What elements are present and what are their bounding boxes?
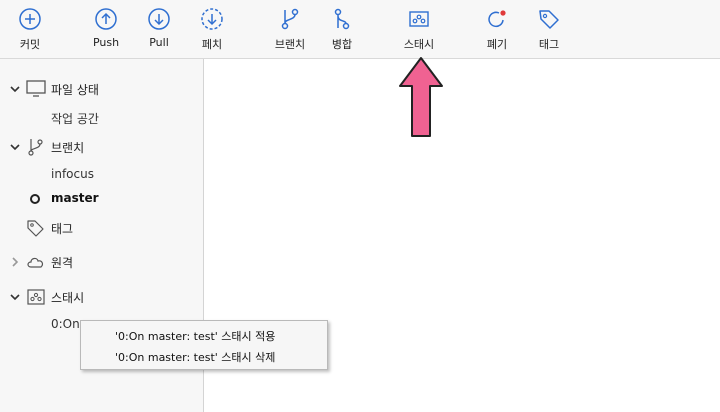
sidebar-section-tags[interactable]: 태그 bbox=[0, 216, 203, 240]
sidebar-section-branches[interactable]: 브랜치 bbox=[0, 135, 203, 159]
sidebar-file-status-label: 파일 상태 bbox=[51, 82, 99, 97]
annotation-arrow-icon bbox=[399, 57, 443, 137]
branch-label: 브랜치 bbox=[274, 38, 306, 51]
sidebar-remotes-label: 원격 bbox=[51, 255, 74, 270]
sidebar-tags-label: 태그 bbox=[51, 221, 74, 236]
sidebar-section-stashes[interactable]: 스태시 bbox=[0, 285, 203, 309]
discard-button[interactable]: 폐기 bbox=[467, 6, 527, 56]
chevron-down-icon[interactable] bbox=[9, 83, 21, 95]
monitor-icon bbox=[26, 80, 46, 97]
sidebar-item-stash-0[interactable]: 0:On bbox=[51, 317, 80, 331]
sidebar-section-remotes[interactable]: 원격 bbox=[0, 250, 203, 274]
context-menu: '0:On master: test' 스태시 적용 '0:On master:… bbox=[80, 320, 328, 370]
current-branch-indicator bbox=[30, 194, 40, 204]
sidebar-item-working-copy[interactable]: 작업 공간 bbox=[51, 110, 99, 127]
discard-icon bbox=[488, 10, 506, 28]
pull-button[interactable]: Pull bbox=[129, 6, 189, 56]
discard-label: 폐기 bbox=[486, 38, 508, 51]
branch-icon bbox=[28, 139, 43, 156]
menu-item-delete-stash[interactable]: '0:On master: test' 스태시 삭제 bbox=[115, 349, 275, 365]
push-label: Push bbox=[92, 36, 120, 49]
stash-button[interactable]: 스태시 bbox=[389, 6, 449, 56]
sidebar-branches-label: 브랜치 bbox=[51, 140, 85, 155]
toolbar: 커밋 Push Pull 페치 브랜치 병합 스태시 폐기 태그 bbox=[0, 0, 720, 59]
branch-icon bbox=[281, 8, 299, 30]
chevron-right-icon[interactable] bbox=[9, 256, 21, 268]
commit-label: 커밋 bbox=[19, 38, 41, 51]
menu-item-apply-stash[interactable]: '0:On master: test' 스태시 적용 bbox=[115, 328, 275, 344]
stash-icon bbox=[27, 289, 45, 305]
plus-circle-icon bbox=[19, 8, 41, 30]
sidebar-stashes-label: 스태시 bbox=[51, 290, 85, 305]
fetch-label: 페치 bbox=[201, 38, 223, 51]
stash-icon bbox=[409, 11, 429, 27]
tag-icon bbox=[27, 220, 44, 237]
arrow-down-circle-icon bbox=[148, 8, 170, 30]
tag-button[interactable]: 태그 bbox=[519, 6, 579, 56]
chevron-down-icon[interactable] bbox=[9, 141, 21, 153]
commit-button[interactable]: 커밋 bbox=[0, 6, 60, 56]
fetch-icon bbox=[201, 8, 223, 30]
sidebar-item-branch-infocus[interactable]: infocus bbox=[51, 167, 94, 181]
cloud-icon bbox=[27, 257, 44, 268]
merge-label: 병합 bbox=[331, 38, 353, 51]
arrow-up-circle-icon bbox=[95, 8, 117, 30]
merge-icon bbox=[334, 8, 350, 30]
fetch-button[interactable]: 페치 bbox=[182, 6, 242, 56]
chevron-down-icon[interactable] bbox=[9, 291, 21, 303]
pull-label: Pull bbox=[149, 36, 169, 49]
stash-label: 스태시 bbox=[403, 38, 435, 51]
branch-button[interactable]: 브랜치 bbox=[260, 6, 320, 56]
tag-label: 태그 bbox=[538, 38, 560, 51]
push-button[interactable]: Push bbox=[76, 6, 136, 56]
sidebar-item-branch-master[interactable]: master bbox=[51, 191, 99, 205]
merge-button[interactable]: 병합 bbox=[312, 6, 372, 56]
tag-icon bbox=[539, 10, 559, 29]
sidebar-section-file-status[interactable]: 파일 상태 bbox=[0, 77, 203, 101]
